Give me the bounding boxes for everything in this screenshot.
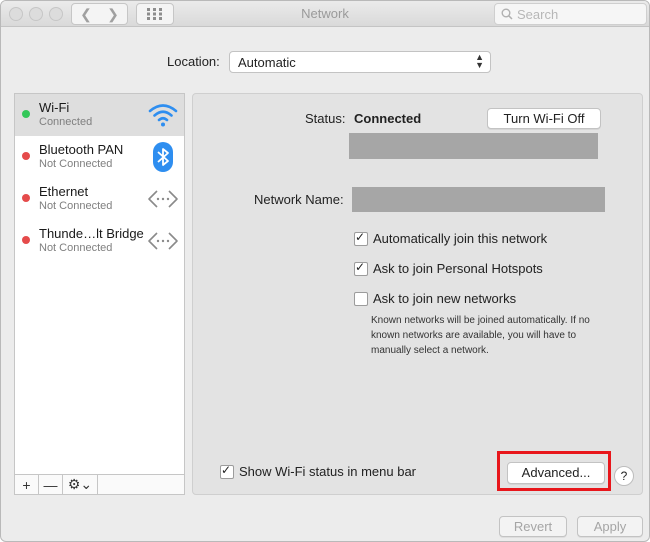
service-name: Ethernet xyxy=(39,184,89,199)
location-select[interactable]: Automatic ▲ ▼ xyxy=(229,51,491,73)
service-name: Wi-Fi xyxy=(39,100,70,115)
wifi-detail-panel: Status: Connected Turn Wi-Fi Off Network… xyxy=(192,93,643,495)
help-button[interactable]: ? xyxy=(614,466,634,486)
ethernet-icon xyxy=(148,190,178,208)
location-value: Automatic xyxy=(238,55,296,70)
status-dot-red xyxy=(22,194,30,202)
service-status: Not Connected xyxy=(39,242,113,254)
service-item-bluetooth-pan[interactable]: Bluetooth PAN Not Connected xyxy=(15,136,184,178)
auto-join-checkbox[interactable] xyxy=(354,230,368,246)
network-name-select-redacted[interactable] xyxy=(352,187,605,212)
status-dot-red xyxy=(22,236,30,244)
ask-new-networks-option[interactable]: Ask to join new networks xyxy=(354,291,516,306)
location-label: Location: xyxy=(167,54,220,69)
bridge-icon xyxy=(148,232,178,250)
ask-new-networks-checkbox[interactable] xyxy=(354,291,368,306)
apply-button[interactable]: Apply xyxy=(577,516,643,537)
status-dot-red xyxy=(22,152,30,160)
status-value: Connected xyxy=(354,111,422,126)
search-icon xyxy=(501,8,513,20)
search-field[interactable]: Search xyxy=(494,3,647,25)
wifi-icon xyxy=(148,104,178,127)
service-status: Not Connected xyxy=(39,200,113,212)
show-wifi-status-option[interactable]: Show Wi-Fi status in menu bar xyxy=(220,463,417,479)
action-menu-button[interactable]: ⚙⌄ xyxy=(63,475,98,494)
network-name-label: Network Name: xyxy=(254,192,344,207)
add-service-button[interactable]: + xyxy=(15,475,39,494)
service-item-ethernet[interactable]: Ethernet Not Connected xyxy=(15,178,184,220)
title-bar: ❮ ❯ Network Search xyxy=(1,1,649,27)
auto-join-option[interactable]: Automatically join this network xyxy=(354,230,548,246)
ask-hotspots-option[interactable]: Ask to join Personal Hotspots xyxy=(354,260,543,276)
up-down-arrows-icon: ▲ ▼ xyxy=(475,52,484,70)
advanced-button-highlight xyxy=(497,451,611,491)
redacted-status-detail xyxy=(349,133,598,159)
service-list-toolbar: + — ⚙⌄ xyxy=(15,474,184,494)
ask-hotspots-checkbox[interactable] xyxy=(354,260,368,276)
search-placeholder: Search xyxy=(517,6,559,22)
ask-hotspots-label: Ask to join Personal Hotspots xyxy=(373,261,543,276)
join-networks-note: Known networks will be joined automatica… xyxy=(371,315,590,356)
network-preferences-window: ❮ ❯ Network Search Location: Automatic ▲… xyxy=(0,0,650,542)
gear-icon: ⚙⌄ xyxy=(67,476,93,492)
revert-button[interactable]: Revert xyxy=(499,516,567,537)
bluetooth-icon xyxy=(153,142,173,172)
service-list: Wi-Fi Connected Bluetooth PAN Not Connec… xyxy=(14,93,185,495)
auto-join-label: Automatically join this network xyxy=(373,231,548,246)
service-name: Thunde…lt Bridge xyxy=(39,226,144,241)
minus-icon: — xyxy=(43,476,58,493)
remove-service-button[interactable]: — xyxy=(39,475,63,494)
show-wifi-status-label: Show Wi-Fi status in menu bar xyxy=(239,464,417,479)
plus-icon: + xyxy=(22,476,31,493)
turn-wifi-off-button[interactable]: Turn Wi-Fi Off xyxy=(487,108,601,129)
service-status: Not Connected xyxy=(39,158,113,170)
service-item-thunderbolt-bridge[interactable]: Thunde…lt Bridge Not Connected xyxy=(15,220,184,262)
service-name: Bluetooth PAN xyxy=(39,142,124,157)
ask-new-networks-label: Ask to join new networks xyxy=(373,291,517,306)
status-label: Status: xyxy=(305,111,346,126)
service-status: Connected xyxy=(39,116,93,128)
status-dot-green xyxy=(22,110,30,118)
show-wifi-status-checkbox[interactable] xyxy=(220,463,234,479)
service-item-wifi[interactable]: Wi-Fi Connected xyxy=(15,94,184,136)
